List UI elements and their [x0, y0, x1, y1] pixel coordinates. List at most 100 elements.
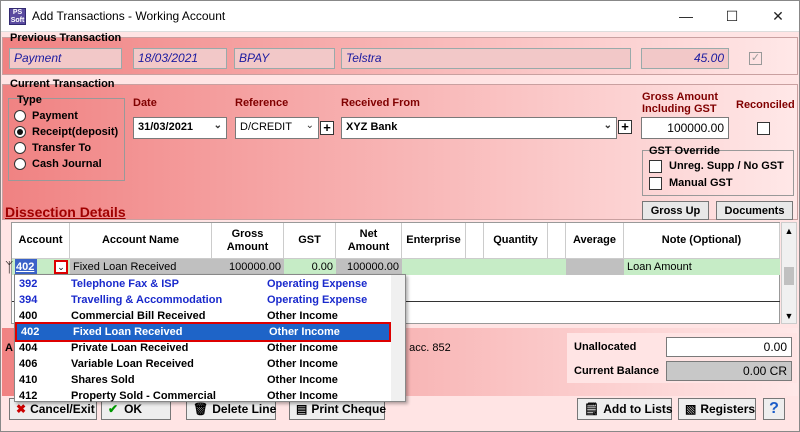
unallocated-label: Unallocated: [574, 341, 637, 353]
add-party-button[interactable]: +: [618, 120, 632, 134]
option-name: Commercial Bill Received: [71, 310, 206, 322]
list-item[interactable]: 404 Private Loan Received Other Income: [15, 340, 391, 356]
add-list-icon: 🗒: [584, 402, 600, 416]
list-item[interactable]: 392 Telephone Fax & ISP Operating Expense: [15, 276, 391, 292]
col-note: Note (Optional): [624, 223, 780, 259]
scroll-up-icon[interactable]: ▲: [782, 226, 796, 236]
registers-icon: ▧: [685, 402, 697, 416]
option-type: Other Income: [267, 358, 338, 370]
option-name: Private Loan Received: [71, 342, 189, 354]
option-type: Other Income: [269, 326, 340, 338]
received-from-select[interactable]: XYZ Bank ⌄: [341, 117, 617, 139]
date-picker[interactable]: 31/03/2021 ⌄: [133, 117, 227, 139]
account-code-cell[interactable]: 402: [15, 259, 37, 275]
prev-reconciled-check: ✓: [749, 52, 762, 65]
scroll-down-icon[interactable]: ▼: [782, 311, 796, 321]
text-cursor-icon: ᛉ: [5, 259, 14, 275]
option-name: Property Sold - Commercial: [71, 390, 216, 402]
reconciled-checkbox[interactable]: [757, 122, 770, 135]
manual-gst-label: Manual GST: [669, 177, 733, 189]
type-label: Type: [17, 94, 42, 106]
list-item[interactable]: 406 Variable Loan Received Other Income: [15, 356, 391, 372]
reconciled-label: Reconciled: [736, 99, 795, 111]
type-cash-journal-radio[interactable]: Cash Journal: [14, 158, 102, 170]
option-type: Operating Expense: [267, 278, 368, 290]
option-code: 412: [19, 390, 38, 402]
close-button[interactable]: ✕: [755, 1, 799, 31]
chevron-down-icon: ⌄: [305, 120, 314, 131]
list-item[interactable]: 412 Property Sold - Commercial Other Incom…: [15, 388, 391, 404]
add-transactions-window: PS Soft Add Transactions - Working Accoun…: [0, 0, 800, 432]
option-type: Operating Expense: [267, 294, 368, 306]
received-from-label: Received From: [341, 97, 420, 109]
list-item[interactable]: 394 Travelling & Accommodation Operating E…: [15, 292, 391, 308]
help-button[interactable]: ?: [763, 398, 785, 420]
dissection-details-label: Dissection Details: [5, 204, 126, 220]
current-balance-label: Current Balance: [574, 365, 659, 377]
option-code: 402: [21, 326, 40, 338]
account-name-cell: Fixed Loan Received: [70, 259, 212, 275]
list-item[interactable]: 400 Commercial Bill Received Other Income: [15, 308, 391, 324]
scroll-thumb[interactable]: [784, 267, 794, 285]
col-net-amount: Net Amount: [336, 223, 402, 259]
type-payment-radio[interactable]: Payment: [14, 110, 78, 122]
type-transfer-radio[interactable]: Transfer To: [14, 142, 91, 154]
add-to-lists-button[interactable]: 🗒 Add to Lists: [577, 398, 673, 420]
note-cell[interactable]: Loan Amount: [624, 259, 780, 275]
option-name: Variable Loan Received: [71, 358, 194, 370]
account-dropdown-list: 392 Telephone Fax & ISP Operating Expense 3…: [14, 274, 406, 402]
option-code: 394: [19, 294, 38, 306]
col-gst: GST: [284, 223, 336, 259]
gross-amount-input[interactable]: 100000.00: [641, 117, 729, 139]
option-code: 392: [19, 278, 38, 290]
col-gross-amount: Gross Amount: [212, 223, 284, 259]
option-code: 404: [19, 342, 38, 354]
option-name: Telephone Fax & ISP: [71, 278, 179, 290]
col-account-name: Account Name: [70, 223, 212, 259]
col-spacer: [548, 223, 566, 259]
previous-transaction-label: Previous Transaction: [10, 32, 122, 44]
type-receipt-radio[interactable]: Receipt(deposit): [14, 126, 118, 138]
account-dropdown-toggle[interactable]: ⌄: [54, 260, 68, 274]
prev-type-field: Payment: [9, 48, 122, 69]
col-account: Account: [12, 223, 70, 259]
check-icon: ✔: [108, 402, 119, 416]
unallocated-field: 0.00: [666, 337, 792, 357]
reference-select[interactable]: D/CREDIT ⌄: [235, 117, 319, 139]
reference-label: Reference: [235, 97, 289, 109]
title-bar: PS Soft Add Transactions - Working Accoun…: [1, 1, 799, 32]
current-balance-field: 0.00 CR: [666, 361, 792, 381]
list-item[interactable]: 410 Shares Sold Other Income: [15, 372, 391, 388]
maximize-button[interactable]: ☐: [709, 1, 755, 31]
grid-vertical-scrollbar[interactable]: ▲ ▼: [781, 222, 797, 324]
chevron-down-icon: ⌄: [213, 120, 222, 131]
option-name: Fixed Loan Received: [73, 326, 183, 338]
documents-button[interactable]: Documents: [716, 201, 793, 220]
option-type: Other Income: [267, 374, 338, 386]
option-name: Shares Sold: [71, 374, 135, 386]
registers-button[interactable]: ▧ Registers: [678, 398, 756, 420]
prev-date-field: 18/03/2021: [133, 48, 227, 69]
unreg-supp-label: Unreg. Supp / No GST: [669, 160, 784, 172]
col-enterprise: Enterprise: [402, 223, 466, 259]
unreg-supp-checkbox[interactable]: [649, 160, 662, 173]
gross-amount-label: Gross Amount Including GST: [642, 91, 718, 115]
dropdown-scrollbar[interactable]: [391, 275, 405, 401]
gross-up-button[interactable]: Gross Up: [642, 201, 709, 220]
option-name: Travelling & Accommodation: [71, 294, 223, 306]
hint-text-suffix: o acc. 852: [400, 342, 451, 354]
prev-reference-field: BPAY: [234, 48, 335, 69]
average-cell: [566, 259, 624, 275]
list-item[interactable]: 402 Fixed Loan Received Other Income: [15, 322, 391, 342]
manual-gst-checkbox[interactable]: [649, 177, 662, 190]
add-reference-button[interactable]: +: [320, 121, 334, 135]
hint-text-prefix: A: [5, 342, 13, 354]
prev-party-field: Telstra: [341, 48, 631, 69]
option-type: Other Income: [267, 390, 338, 402]
trash-icon: 🗑: [193, 402, 209, 416]
gst-cell[interactable]: 0.00: [284, 259, 336, 275]
gross-cell[interactable]: 100000.00: [212, 259, 284, 275]
cheque-icon: ▤: [296, 402, 308, 416]
table-row[interactable]: 402 ⌄ Fixed Loan Received 100000.00 0.00…: [12, 259, 780, 275]
minimize-button[interactable]: —: [663, 1, 709, 31]
